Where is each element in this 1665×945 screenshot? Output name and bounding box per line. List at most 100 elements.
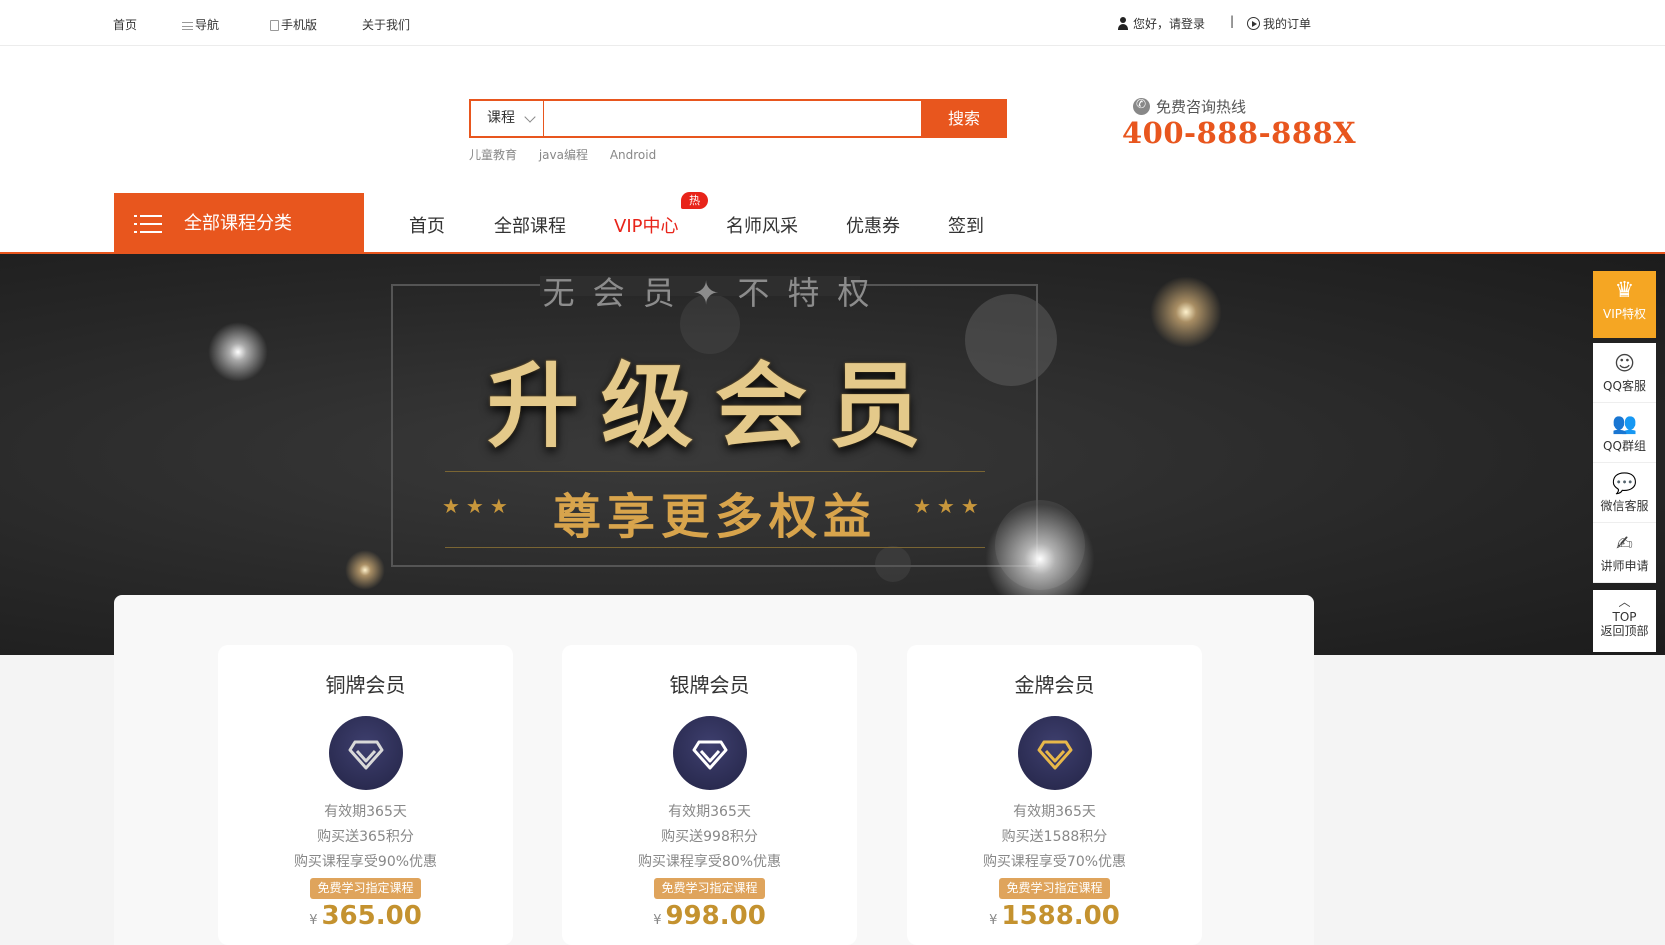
side-qq-group[interactable]: 👥 QQ群组 xyxy=(1593,403,1656,463)
plan-card[interactable]: 铜牌会员 有效期365天 购买送365积分 购买课程享受90%优惠 免费学习指定… xyxy=(218,645,513,945)
top-link-home[interactable]: 首页 xyxy=(113,16,137,33)
plan-badge xyxy=(1017,716,1092,790)
orders-link[interactable]: 我的订单 xyxy=(1247,15,1311,32)
hotline-number: 400-888-888X xyxy=(1122,116,1357,150)
top-link-about[interactable]: 关于我们 xyxy=(362,16,410,33)
teacher-icon: ✍ xyxy=(1616,531,1633,555)
mobile-icon xyxy=(270,20,279,31)
diamond-icon xyxy=(1037,740,1072,770)
plan-free-tag: 免费学习指定课程 xyxy=(310,878,421,899)
nav-item-teachers[interactable]: 名师风采 xyxy=(726,212,798,238)
plan-price: ¥998.00 xyxy=(562,901,857,931)
chevron-up-icon: ︿ xyxy=(1618,595,1631,609)
hot-word-link[interactable]: 儿童教育 xyxy=(469,148,517,162)
search-bar: 课程 搜索 xyxy=(469,99,1007,138)
plan-period: 有效期365天 xyxy=(668,804,751,820)
search-input[interactable] xyxy=(544,101,921,136)
banner-slogan: 尊享更多权益 xyxy=(552,489,877,545)
banner-stars-right: ★★★ xyxy=(913,494,985,518)
plan-price: ¥1588.00 xyxy=(907,901,1202,931)
side-vip-label: VIP特权 xyxy=(1603,307,1646,321)
plan-name: 金牌会员 xyxy=(1014,673,1095,697)
side-qq-group-label: QQ群组 xyxy=(1603,439,1646,453)
plan-price-value: 998.00 xyxy=(665,901,766,931)
side-teacher-apply[interactable]: ✍ 讲师申请 xyxy=(1593,523,1656,583)
login-link[interactable]: 您好，请登录 xyxy=(1117,15,1205,32)
nav-item-vip[interactable]: VIP中心 xyxy=(614,212,678,238)
plan-period: 有效期365天 xyxy=(1013,804,1096,820)
search-category-select[interactable]: 课程 xyxy=(471,101,544,136)
hot-badge: 热 xyxy=(681,192,708,209)
plan-discount: 购买课程享受80%优惠 xyxy=(637,854,782,870)
plan-price-value: 1588.00 xyxy=(1001,901,1120,931)
plan-name: 银牌会员 xyxy=(669,673,750,697)
side-vip-button[interactable]: ♛ VIP特权 xyxy=(1593,271,1656,338)
sparkle xyxy=(1150,276,1222,348)
side-qq-service-label: QQ客服 xyxy=(1603,379,1646,393)
hot-word-link[interactable]: java编程 xyxy=(539,148,588,162)
side-wechat[interactable]: 💬 微信客服 xyxy=(1593,463,1656,523)
currency-symbol: ¥ xyxy=(989,913,998,928)
back-to-top-button[interactable]: ︿ TOP 返回顶部 xyxy=(1593,590,1656,652)
group-icon: 👥 xyxy=(1612,411,1637,435)
plan-badge xyxy=(328,716,403,790)
side-wechat-label: 微信客服 xyxy=(1600,499,1649,513)
search-category-label: 课程 xyxy=(487,110,515,126)
chevron-down-icon xyxy=(524,111,536,123)
side-qq-service[interactable]: ☺ QQ客服 xyxy=(1593,343,1656,403)
orders-label: 我的订单 xyxy=(1263,17,1312,31)
user-icon xyxy=(1117,17,1129,30)
wechat-icon: 💬 xyxy=(1612,471,1637,495)
currency-symbol: ¥ xyxy=(653,913,662,928)
top-bar: 首页 导航 手机版 关于我们 您好，请登录 | 我的订单 xyxy=(0,0,1665,46)
nav-item-courses[interactable]: 全部课程 xyxy=(494,212,566,238)
menu-lines-icon xyxy=(182,21,193,30)
diamond-icon xyxy=(692,740,727,770)
plan-card[interactable]: 金牌会员 有效期365天 购买送1588积分 购买课程享受70%优惠 免费学习指… xyxy=(907,645,1202,945)
plan-period: 有效期365天 xyxy=(324,804,407,820)
top-link-nav[interactable]: 导航 xyxy=(182,16,219,33)
top-link-nav-label: 导航 xyxy=(195,18,220,32)
plan-points: 购买送365积分 xyxy=(317,829,414,845)
hot-words: 儿童教育 java编程 Android xyxy=(469,146,674,163)
menu-icon xyxy=(134,215,162,233)
all-categories-label: 全部课程分类 xyxy=(184,213,292,234)
top-link-mobile[interactable]: 手机版 xyxy=(270,16,317,33)
play-circle-icon xyxy=(1247,17,1260,30)
plan-points: 购买送998积分 xyxy=(661,829,758,845)
nav-item-checkin[interactable]: 签到 xyxy=(948,212,984,238)
currency-symbol: ¥ xyxy=(309,913,318,928)
top-link-mobile-label: 手机版 xyxy=(281,18,318,32)
qq-icon: ☺ xyxy=(1614,351,1635,375)
plan-discount: 购买课程享受90%优惠 xyxy=(293,854,438,870)
nav-item-coupons[interactable]: 优惠券 xyxy=(846,212,900,238)
banner-gold-line xyxy=(445,471,985,472)
plan-discount: 购买课程享受70%优惠 xyxy=(982,854,1127,870)
all-categories-button[interactable]: 全部课程分类 xyxy=(114,193,364,254)
main-nav: 全部课程分类 首页 全部课程 VIP中心 名师风采 优惠券 签到 xyxy=(0,193,1665,254)
plan-free-tag: 免费学习指定课程 xyxy=(999,878,1110,899)
diamond-icon xyxy=(348,740,383,770)
hot-word-link[interactable]: Android xyxy=(610,148,656,162)
top-separator: | xyxy=(1230,14,1235,28)
nav-item-home[interactable]: 首页 xyxy=(409,212,445,238)
phone-icon xyxy=(1133,97,1150,115)
sparkle xyxy=(345,550,385,590)
hotline-label-text: 免费咨询热线 xyxy=(1156,98,1247,116)
search-button[interactable]: 搜索 xyxy=(921,99,1007,138)
side-teacher-label: 讲师申请 xyxy=(1600,559,1649,573)
sparkle xyxy=(208,322,268,382)
hotline-label: 免费咨询热线 xyxy=(1133,96,1246,117)
crown-icon: ♛ xyxy=(1614,278,1635,303)
plan-price: ¥365.00 xyxy=(218,901,513,931)
back-to-top-label: 返回顶部 xyxy=(1600,624,1649,638)
back-to-top-top: TOP xyxy=(1612,610,1637,624)
banner-gold-line xyxy=(445,547,985,548)
plan-name: 铜牌会员 xyxy=(325,673,406,697)
plan-free-tag: 免费学习指定课程 xyxy=(654,878,765,899)
plan-price-value: 365.00 xyxy=(321,901,422,931)
plan-points: 购买送1588积分 xyxy=(1001,829,1108,845)
plan-badge xyxy=(672,716,747,790)
login-label: 您好，请登录 xyxy=(1133,17,1206,31)
plan-card[interactable]: 银牌会员 有效期365天 购买送998积分 购买课程享受80%优惠 免费学习指定… xyxy=(562,645,857,945)
